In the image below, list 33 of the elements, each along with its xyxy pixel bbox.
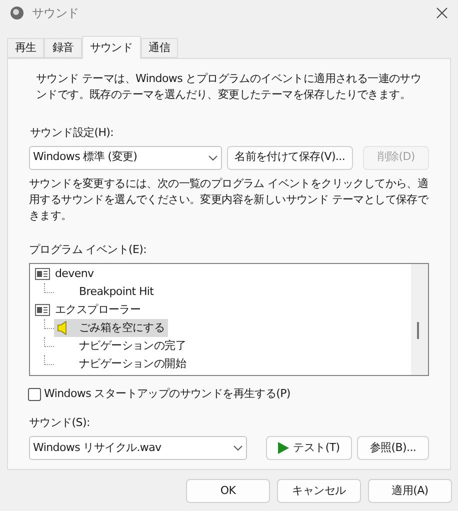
save-as-button[interactable]: 名前を付けて保存(V)... [226, 146, 354, 170]
test-button[interactable]: テスト(T) [266, 436, 352, 460]
window-title: サウンド [32, 5, 79, 22]
checkbox[interactable] [28, 388, 41, 401]
sound-dropdown[interactable]: Windows リサイクル.wav [29, 436, 247, 460]
chevron-down-icon [208, 154, 218, 160]
tree-item[interactable]: Breakpoint Hit [54, 283, 157, 301]
instructions-text: サウンドを変更するには、次の一覧のプログラム イベントをクリックしてから、適用するサウンドを選んでください。変更内容を新しいサウンド テーマとして保存できます。 [29, 176, 429, 224]
tree-item[interactable]: ナビゲーションの開始 [54, 355, 190, 373]
startup-sound-label[interactable]: Windows スタートアップのサウンドを再生する(P) [44, 386, 290, 402]
scheme-label: サウンド設定(H): [29, 125, 115, 141]
chevron-down-icon [233, 445, 243, 451]
events-label: プログラム イベント(E): [29, 242, 148, 258]
tree-item[interactable]: ナビゲーションの完了 [54, 337, 190, 355]
scrollbar-thumb[interactable] [417, 322, 419, 339]
browse-button[interactable]: 参照(B)... [357, 436, 429, 460]
dialog-button[interactable]: OK [186, 479, 270, 503]
tab[interactable]: サウンド [82, 36, 141, 59]
sound-label: サウンド(S): [29, 414, 91, 430]
tree-item[interactable]: エクスプローラー [55, 301, 144, 319]
tab[interactable]: 録音 [44, 38, 82, 58]
window-icon [35, 268, 50, 280]
window-icon [35, 304, 50, 316]
tab[interactable]: 再生 [7, 38, 44, 58]
close-icon[interactable] [436, 7, 448, 19]
play-icon [278, 442, 290, 454]
tree-item[interactable]: devenv [55, 265, 97, 283]
dialog-button[interactable]: 適用(A) [368, 479, 452, 503]
description-text: サウンド テーマは、Windows とプログラムのイベントに適用される一連のサウンドです。既存のテーマを選んだり、変更したテーマを保存したりできます。 [35, 71, 422, 103]
tree-item[interactable]: ごみ箱を空にする [54, 319, 168, 337]
tab[interactable]: 通信 [140, 38, 178, 58]
dialog-button[interactable]: キャンセル [277, 479, 361, 503]
scheme-dropdown[interactable]: Windows 標準 (変更) [29, 146, 222, 170]
